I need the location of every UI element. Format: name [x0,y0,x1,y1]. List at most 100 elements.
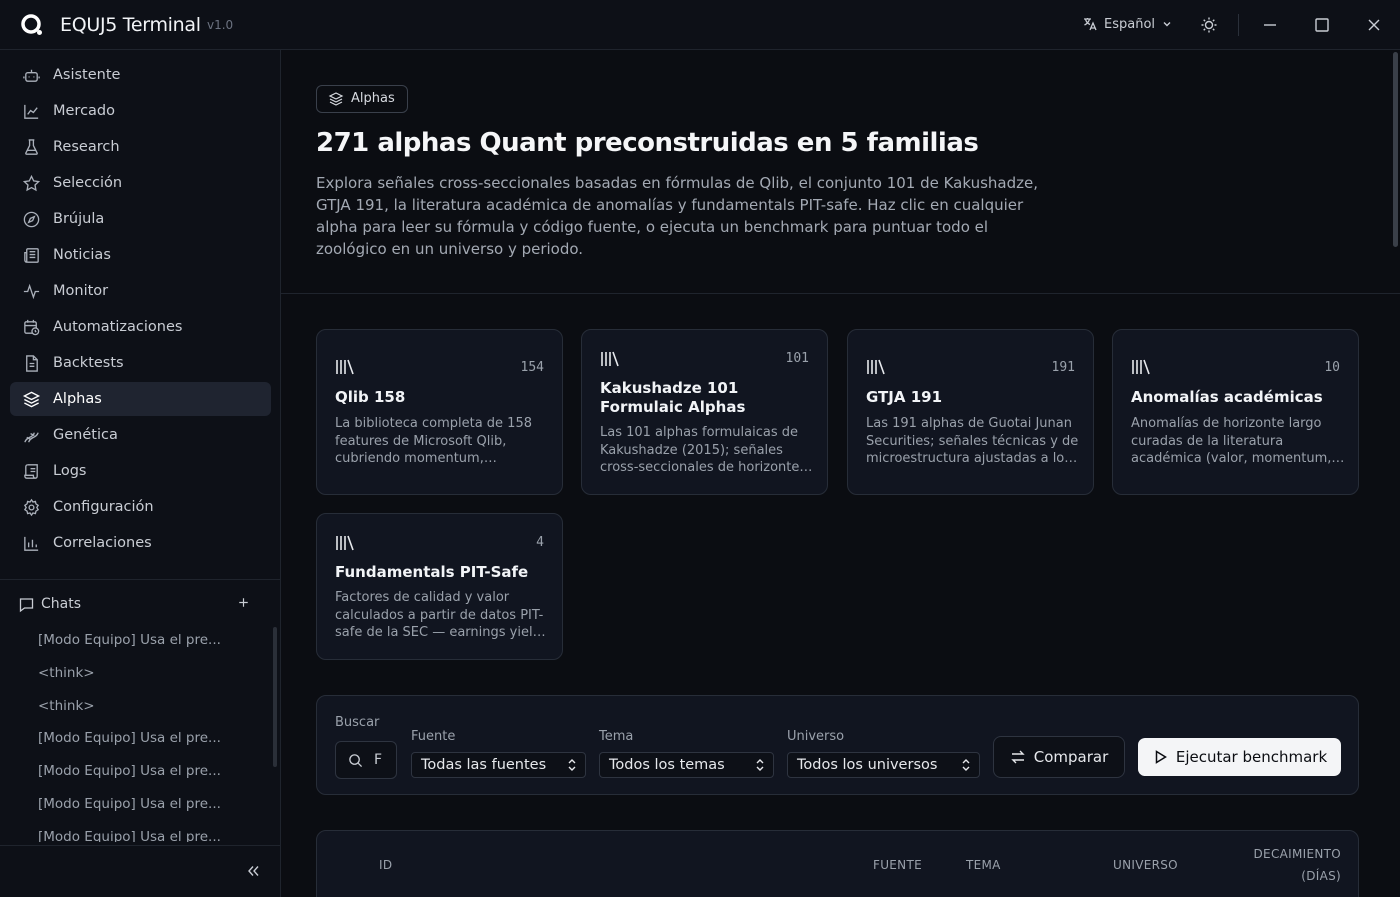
new-chat-plus-icon[interactable] [235,594,252,611]
filters-panel: Buscar Fuente Todas las fuentes Tema Tod… [316,695,1359,795]
titlebar-separator [1238,14,1239,36]
close-icon[interactable] [1365,16,1383,34]
source-select-value: Todas las fuentes [421,757,547,773]
line-chart-icon [24,104,39,119]
library-icon [1132,359,1150,375]
compare-button-label: Comparar [1033,748,1109,766]
chevron-down-icon [1163,22,1171,27]
source-select[interactable]: Todas las fuentes [411,752,586,778]
search-label: Buscar [335,715,380,730]
search-field[interactable] [335,741,397,779]
language-selector[interactable]: Español [1082,16,1173,32]
chat-bubble-icon [19,597,34,612]
star-icon [22,174,41,191]
family-card-anomalias[interactable]: 10 Anomalías académicas Anomalías de hor… [1112,329,1359,495]
chat-list: [Modo Equipo] Usa el pre... <think> <thi… [38,628,258,842]
sidebar-item-label: Configuración [53,499,154,515]
family-title: Kakushadze 101 Formulaic Alphas [600,379,746,416]
sidebar-item-label: Genética [53,427,118,443]
theme-select[interactable]: Todos los temas [599,752,774,778]
family-card-gtja[interactable]: 191 GTJA 191 Las 191 alphas de Guotai Ju… [847,329,1094,495]
family-description: Las 101 alphas formulaicas de Kakushadze… [600,425,800,475]
chevrons-up-down-icon [962,759,970,771]
app-version: v1.0 [207,18,234,32]
app-title: EQUJ5 Terminal [60,14,201,36]
compare-button[interactable]: Comparar [993,736,1125,778]
chat-item[interactable]: [Modo Equipo] Usa el pre... [38,759,258,792]
family-count: 4 [536,535,544,550]
chat-item[interactable]: [Modo Equipo] Usa el pre... [38,726,258,759]
title-bar: EQUJ5 Terminal v1.0 Español [0,0,1400,50]
sidebar-item-label: Brújula [53,211,105,227]
family-description: Anomalías de horizonte largo curadas de … [1131,416,1332,466]
chats-header: Chats [18,594,258,614]
sidebar-item-automatizaciones[interactable]: Automatizaciones [10,310,271,344]
family-title: Anomalías académicas [1131,388,1323,406]
family-title: GTJA 191 [866,388,943,406]
sidebar-item-brujula[interactable]: Brújula [10,202,271,236]
sidebar-item-configuracion[interactable]: Configuración [10,490,271,524]
maximize-icon[interactable] [1313,16,1331,34]
minimize-icon[interactable] [1261,16,1279,34]
run-benchmark-button[interactable]: Ejecutar benchmark [1138,738,1341,776]
chat-item[interactable]: [Modo Equipo] Usa el pre... [38,628,258,661]
collapse-sidebar-icon[interactable] [244,862,262,880]
sidebar-item-research[interactable]: Research [10,130,271,164]
sidebar-item-noticias[interactable]: Noticias [10,238,271,272]
sidebar-item-label: Alphas [53,391,102,407]
column-header-id[interactable]: ID [379,858,392,872]
file-text-icon [26,354,38,372]
family-card-qlib[interactable]: 154 Qlib 158 La biblioteca completa de 1… [316,329,563,495]
universe-select-value: Todos los universos [797,757,938,773]
library-icon [867,359,885,375]
sidebar-item-label: Research [53,139,120,155]
header-divider [281,293,1400,294]
chat-item[interactable]: <think> [38,661,258,694]
sidebar-item-correlaciones[interactable]: Correlaciones [10,526,271,560]
sidebar-item-label: Correlaciones [53,535,152,551]
column-header-universe[interactable]: UNIVERSO [1113,858,1178,872]
chats-label: Chats [41,596,82,612]
gear-icon [23,498,40,516]
main-scrollbar[interactable] [1393,52,1398,247]
app-logo-icon [21,14,42,35]
sidebar: Asistente Mercado Research Selección Brú… [0,50,281,897]
family-count: 154 [520,360,544,375]
chat-item[interactable]: [Modo Equipo] Usa el pre... [38,825,258,842]
library-icon [601,351,619,367]
sidebar-item-genetica[interactable]: Genética [10,418,271,452]
sidebar-item-label: Asistente [53,67,121,83]
sidebar-bottom-divider [0,845,280,846]
sidebar-item-logs[interactable]: Logs [10,454,271,488]
chat-item[interactable]: [Modo Equipo] Usa el pre... [38,792,258,825]
search-input[interactable] [374,750,394,770]
sidebar-item-seleccion[interactable]: Selección [10,166,271,200]
family-card-fundamentals[interactable]: 4 Fundamentals PIT-Safe Factores de cali… [316,513,563,660]
compass-icon [23,211,40,227]
bot-icon [23,69,40,82]
sidebar-item-label: Backtests [53,355,124,371]
sidebar-item-label: Mercado [53,103,116,119]
column-header-source[interactable]: FUENTE [873,858,922,872]
chat-item[interactable]: <think> [38,694,258,727]
sidebar-item-alphas[interactable]: Alphas [10,382,271,416]
flask-icon [25,138,38,155]
sidebar-item-monitor[interactable]: Monitor [10,274,271,308]
main-content: Alphas 271 alphas Quant preconstruidas e… [281,50,1400,897]
calendar-clock-icon [24,319,40,335]
column-header-theme[interactable]: TEMA [966,858,1001,872]
family-description: Factores de calidad y valor calculados a… [335,590,545,640]
sidebar-item-backtests[interactable]: Backtests [10,346,271,380]
family-card-kakushadze[interactable]: 101 Kakushadze 101 Formulaic Alphas Las … [581,329,828,495]
chat-list-scrollbar[interactable] [273,627,277,767]
column-header-decay-unit: (DÍAS) [1301,869,1341,883]
universe-label: Universo [787,729,845,744]
sidebar-item-asistente[interactable]: Asistente [10,58,271,92]
family-description: Las 191 alphas de Guotai Junan Securitie… [866,416,1079,466]
sidebar-nav: Asistente Mercado Research Selección Brú… [10,58,271,562]
theme-toggle-sun-icon[interactable] [1200,16,1218,34]
newspaper-icon [24,247,39,263]
column-header-decay[interactable]: DECAIMIENTO [1254,847,1341,861]
universe-select[interactable]: Todos los universos [787,752,980,778]
sidebar-item-mercado[interactable]: Mercado [10,94,271,128]
